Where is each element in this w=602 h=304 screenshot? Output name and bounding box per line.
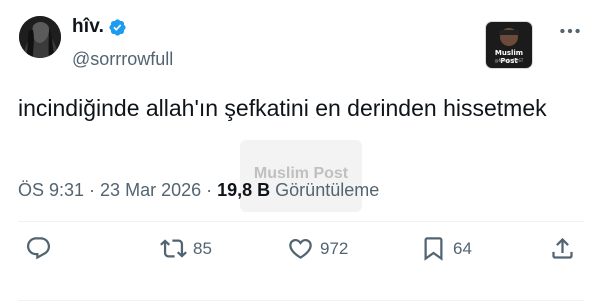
- views-label: Görüntüleme: [270, 180, 380, 200]
- tweet-card: hîv. @sorrrowfull Muslim Post @MuslimPOS…: [0, 0, 602, 304]
- more-options-icon[interactable]: [557, 18, 583, 44]
- avatar[interactable]: [19, 16, 61, 58]
- heart-icon: [289, 238, 312, 259]
- like-count: 972: [320, 238, 349, 258]
- meta-separator: ·: [84, 180, 101, 200]
- tweet-text: incindiğinde allah'ın şefkatini en derin…: [18, 95, 547, 121]
- retweet-icon: [160, 239, 187, 258]
- bookmark-icon: [424, 237, 443, 261]
- author-name-row[interactable]: hîv.: [72, 16, 127, 38]
- divider: [18, 300, 584, 301]
- display-name[interactable]: hîv.: [72, 16, 104, 38]
- reply-icon: [26, 237, 51, 260]
- verified-badge-icon: [108, 18, 127, 37]
- avatar-image: [19, 16, 61, 58]
- muslim-post-logo: Muslim Post @MuslimPOST: [486, 22, 532, 68]
- meta-separator: ·: [201, 180, 218, 200]
- retweet-button[interactable]: 85: [160, 235, 212, 262]
- reply-button[interactable]: [25, 235, 58, 262]
- tweet-time[interactable]: ÖS 9:31: [18, 180, 84, 200]
- tweet-date[interactable]: 23 Mar 2026: [100, 180, 201, 200]
- views-count: 19,8 B: [217, 180, 271, 200]
- tweet-meta: ÖS 9:31 · 23 Mar 2026 · 19,8 B Görüntüle…: [18, 180, 379, 201]
- retweet-count: 85: [193, 238, 212, 258]
- watermark: Muslim Post: [240, 140, 362, 212]
- bookmark-count: 64: [453, 238, 472, 258]
- author-handle[interactable]: @sorrrowfull: [72, 49, 173, 70]
- bookmark-button[interactable]: 64: [420, 235, 472, 262]
- share-icon: [552, 237, 573, 259]
- divider: [18, 221, 584, 222]
- share-button[interactable]: [549, 235, 576, 262]
- like-button[interactable]: 972: [287, 235, 348, 262]
- logo-subtitle: @MuslimPOST: [494, 58, 524, 63]
